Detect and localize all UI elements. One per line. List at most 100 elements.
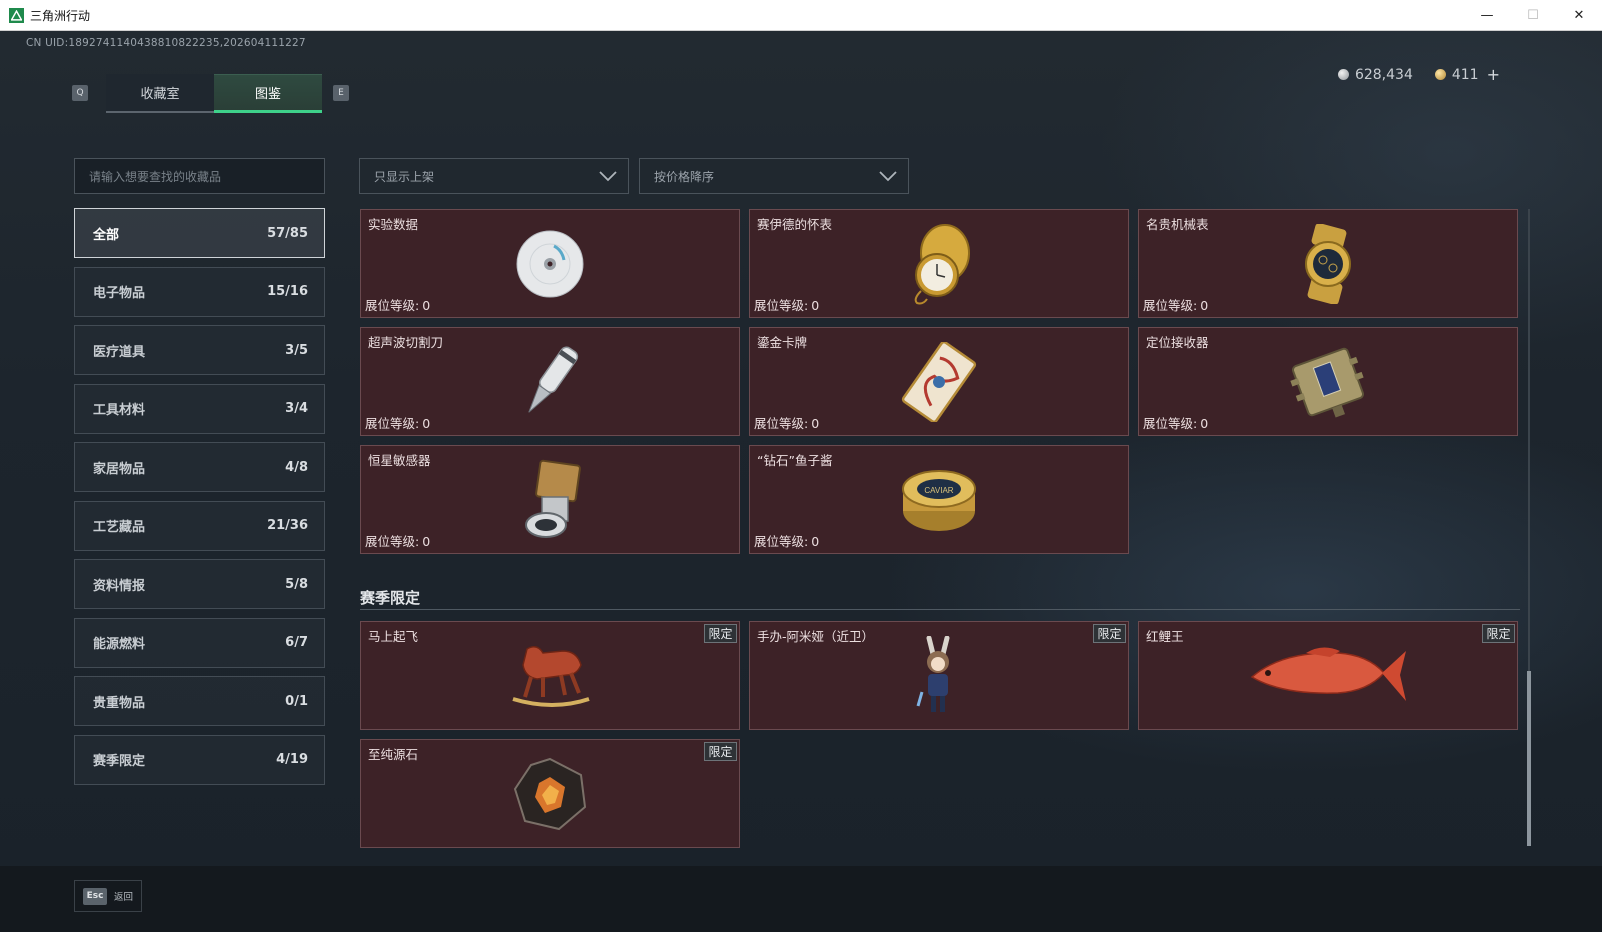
- category-count: 3/4: [285, 401, 308, 416]
- tab-bar: 收藏室 图鉴: [106, 74, 322, 113]
- cd-disc-icon: [516, 230, 584, 297]
- display-level: 展位等级: 0: [365, 531, 430, 550]
- category-seasonal[interactable]: 赛季限定 4/19: [74, 734, 325, 785]
- category-count: 15/16: [267, 284, 308, 299]
- item-name: 定位接收器: [1146, 335, 1209, 350]
- category-electronics[interactable]: 电子物品 15/16: [74, 266, 325, 317]
- display-filter-dropdown[interactable]: 只显示上架: [359, 158, 629, 194]
- gilded-card-icon: [901, 341, 977, 422]
- level-value: 0: [811, 416, 820, 431]
- category-all[interactable]: 全部 57/85: [74, 208, 325, 258]
- back-label: 返回: [114, 892, 134, 903]
- collection-card[interactable]: “钻石”鱼子酱 CAVIAR 展位等级: 0: [749, 445, 1129, 554]
- back-button[interactable]: Esc 返回: [74, 880, 142, 912]
- collection-card[interactable]: 定位接收器 展位等级: 0: [1138, 327, 1518, 436]
- item-name: 鎏金卡牌: [757, 335, 808, 350]
- category-count: 5/8: [285, 576, 308, 592]
- collection-card[interactable]: 名贵机械表 展位等级: 0: [1138, 209, 1518, 318]
- level-label: 展位等级:: [1143, 298, 1198, 313]
- originium-crystal-icon: [513, 757, 587, 830]
- category-intel[interactable]: 资料情报 5/8: [74, 559, 325, 609]
- level-label: 展位等级:: [1143, 416, 1198, 431]
- category-count: 3/5: [285, 342, 308, 358]
- gold-currency: 411 +: [1434, 65, 1500, 84]
- gold-amount: 411: [1451, 66, 1479, 83]
- seasonal-card[interactable]: 红鲤王 限定: [1138, 621, 1518, 730]
- collection-card[interactable]: 实验数据 展位等级: 0: [360, 209, 740, 318]
- add-currency-button[interactable]: +: [1487, 65, 1500, 84]
- level-label: 展位等级:: [754, 416, 809, 431]
- hotkey-q-hint: Q: [72, 85, 88, 101]
- level-value: 0: [811, 534, 820, 549]
- tab-codex[interactable]: 图鉴: [214, 74, 322, 113]
- category-count: 4/19: [276, 752, 308, 767]
- limited-badge: 限定: [1482, 624, 1515, 643]
- dropdown-value: 只显示上架: [374, 169, 435, 184]
- category-home[interactable]: 家居物品 4/8: [74, 442, 325, 492]
- category-label: 赛季限定: [93, 754, 146, 769]
- category-medical[interactable]: 医疗道具 3/5: [74, 325, 325, 375]
- level-value: 0: [1200, 298, 1209, 313]
- level-value: 0: [1200, 416, 1209, 431]
- item-name: 马上起飞: [368, 629, 419, 644]
- item-name: “钻石”鱼子酱: [757, 453, 833, 468]
- seasonal-card[interactable]: 至纯源石 限定: [360, 739, 740, 848]
- silver-amount: 628,434: [1354, 66, 1413, 83]
- silver-currency: 628,434: [1337, 66, 1413, 83]
- level-value: 0: [422, 534, 431, 549]
- game-viewport: CN UID:1892741140438810822235,2026041112…: [0, 31, 1602, 932]
- display-level: 展位等级: 0: [1143, 295, 1208, 314]
- seasonal-card[interactable]: 手办-阿米娅（近卫） 限定: [749, 621, 1129, 730]
- collection-card[interactable]: 超声波切割刀 展位等级: 0: [360, 327, 740, 436]
- app-logo-icon: [9, 7, 24, 23]
- collection-card[interactable]: 鎏金卡牌 展位等级: 0: [749, 327, 1129, 436]
- close-button[interactable]: ✕: [1556, 0, 1602, 30]
- scrollbar-thumb[interactable]: [1527, 671, 1531, 846]
- item-name: 实验数据: [368, 217, 419, 232]
- receiver-icon: [1290, 347, 1365, 418]
- bottom-bar: Esc 返回: [0, 866, 1602, 932]
- gold-coin-icon: [1434, 69, 1446, 80]
- window-titlebar: 三角洲行动 — ☐ ✕: [0, 0, 1602, 31]
- season-section-title: 赛季限定: [360, 589, 421, 607]
- caviar-tin-icon: CAVIAR: [902, 469, 976, 531]
- maximize-button[interactable]: ☐: [1510, 0, 1556, 30]
- display-level: 展位等级: 0: [1143, 413, 1208, 432]
- minimize-button[interactable]: —: [1464, 0, 1510, 30]
- collection-card[interactable]: 恒星敏感器 展位等级: 0: [360, 445, 740, 554]
- figure-icon: [916, 635, 950, 712]
- category-crafts[interactable]: 工艺藏品 21/36: [74, 500, 325, 551]
- category-tools[interactable]: 工具材料 3/4: [74, 383, 325, 434]
- category-label: 医疗道具: [93, 344, 146, 360]
- display-level: 展位等级: 0: [754, 295, 819, 314]
- limited-badge: 限定: [704, 742, 737, 761]
- level-label: 展位等级:: [754, 298, 809, 313]
- tab-collection-room[interactable]: 收藏室: [106, 74, 214, 113]
- display-level: 展位等级: 0: [754, 413, 819, 432]
- sort-dropdown[interactable]: 按价格降序: [639, 158, 909, 194]
- category-energy[interactable]: 能源燃料 6/7: [74, 617, 325, 668]
- category-valuables[interactable]: 贵重物品 0/1: [74, 676, 325, 726]
- search-input[interactable]: 请输入想要查找的收藏品: [74, 158, 325, 194]
- wristwatch-icon: [1305, 223, 1351, 304]
- category-label: 贵重物品: [93, 695, 146, 711]
- level-label: 展位等级:: [365, 416, 420, 431]
- collection-card[interactable]: 赛伊德的怀表 展位等级: 0: [749, 209, 1129, 318]
- item-name: 红鲤王: [1146, 629, 1184, 644]
- red-carp-icon: [1250, 646, 1406, 701]
- category-label: 资料情报: [93, 578, 146, 594]
- esc-key-icon: Esc: [83, 887, 107, 905]
- limited-badge: 限定: [704, 624, 737, 643]
- seasonal-card[interactable]: 马上起飞 限定: [360, 621, 740, 730]
- level-value: 0: [422, 298, 431, 313]
- level-value: 0: [811, 298, 820, 313]
- scalpel-icon: [528, 345, 579, 413]
- category-count: 6/7: [285, 635, 308, 650]
- category-count: 0/1: [285, 693, 308, 709]
- user-uid: CN UID:1892741140438810822235,2026041112…: [26, 37, 306, 49]
- display-level: 展位等级: 0: [365, 295, 430, 314]
- svg-text:CAVIAR: CAVIAR: [924, 486, 953, 495]
- item-name: 赛伊德的怀表: [757, 217, 833, 232]
- level-label: 展位等级:: [365, 534, 420, 549]
- silver-coin-icon: [1337, 69, 1349, 80]
